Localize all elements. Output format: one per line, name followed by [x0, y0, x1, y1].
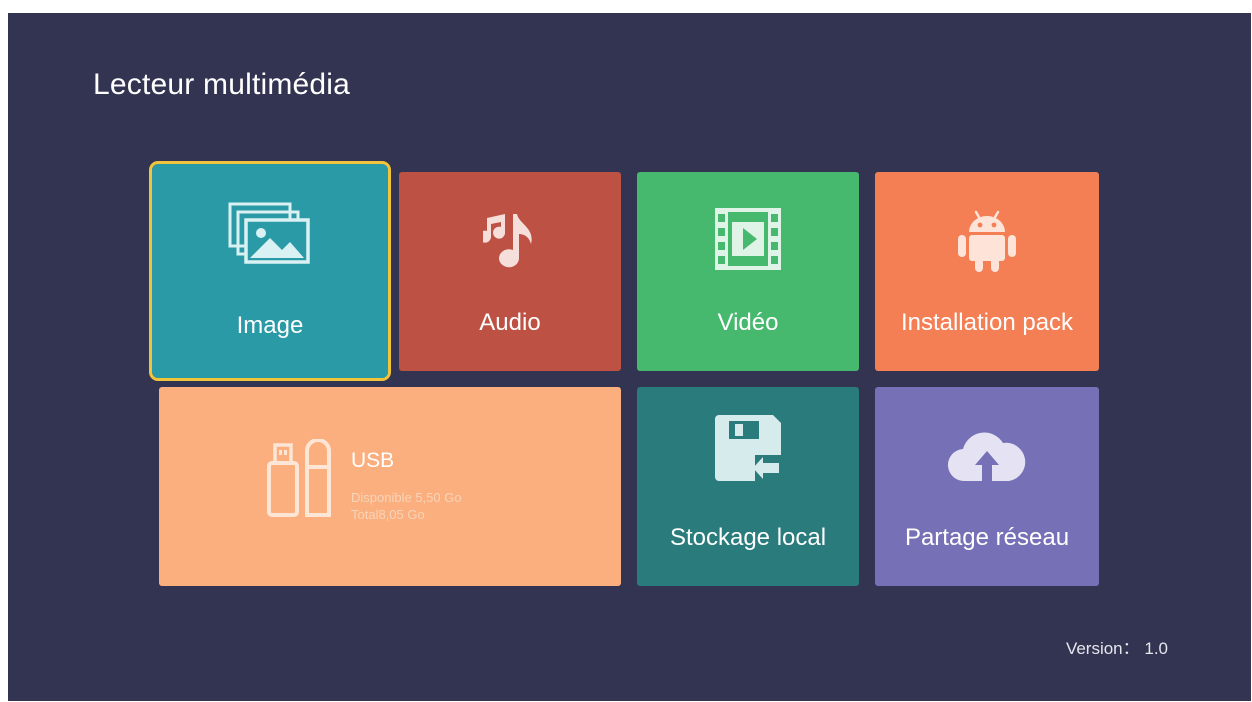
music-note-icon — [479, 210, 537, 277]
media-player-screen: Lecteur multimédia Image Audio Vidéo Ins… — [8, 13, 1251, 701]
film-icon — [715, 208, 781, 275]
usb-info: USB Disponible 5,50 Go Total8,05 Go — [351, 449, 462, 523]
image-gallery-icon — [228, 202, 312, 269]
page-title: Lecteur multimédia — [93, 68, 351, 101]
usb-available-space: Disponible 5,50 Go — [351, 490, 462, 505]
tile-video-label: Vidéo — [717, 309, 779, 336]
tile-local-storage-label: Stockage local — [669, 524, 827, 551]
tile-image[interactable]: Image — [149, 161, 391, 381]
usb-drive-icon — [267, 438, 333, 524]
tile-installation-pack-label: Installation pack — [900, 309, 1074, 336]
version-label: Version： 1.0 — [1065, 639, 1168, 658]
tile-network-share[interactable]: Partage réseau — [875, 387, 1099, 586]
usb-total-space: Total8,05 Go — [351, 507, 425, 522]
tile-local-storage[interactable]: Stockage local — [637, 387, 859, 586]
cloud-upload-icon — [947, 427, 1027, 488]
usb-label: USB — [351, 449, 395, 472]
tile-image-label: Image — [236, 312, 304, 339]
tile-installation-pack[interactable]: Installation pack — [875, 172, 1099, 371]
tile-video[interactable]: Vidéo — [637, 172, 859, 371]
floppy-storage-icon — [715, 415, 781, 486]
tile-audio-label: Audio — [479, 309, 541, 336]
android-icon — [954, 208, 1020, 279]
tile-network-share-label: Partage réseau — [904, 524, 1070, 551]
tile-usb[interactable]: USB Disponible 5,50 Go Total8,05 Go — [159, 387, 621, 586]
tile-audio[interactable]: Audio — [399, 172, 621, 371]
